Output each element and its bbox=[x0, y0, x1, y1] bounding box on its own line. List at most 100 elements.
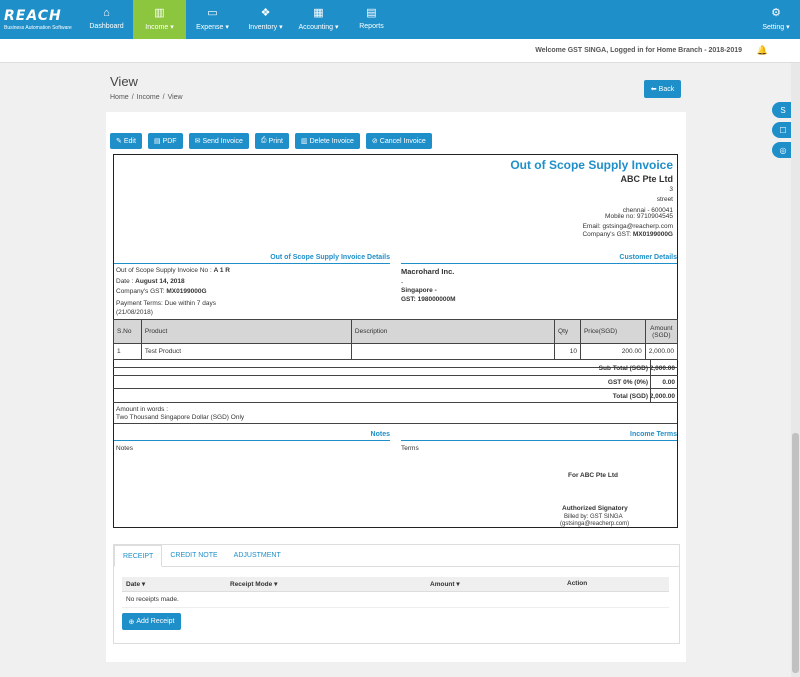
welcome-bar: Welcome GST SINGA, Logged in for Home Br… bbox=[0, 39, 800, 63]
company-name: ABC Pte Ltd bbox=[620, 174, 674, 184]
table-row: 1 Test Product 10 200.00 2,000.00 bbox=[113, 343, 679, 360]
nav-setting[interactable]: ⚙ Setting ▾ bbox=[752, 0, 800, 39]
scrollbar-thumb[interactable] bbox=[792, 433, 799, 673]
col-qty: Qty bbox=[554, 319, 581, 344]
ban-icon: ⊘ bbox=[371, 138, 378, 145]
nav-dashboard[interactable]: ⌂ Dashboard bbox=[80, 0, 133, 39]
breadcrumb-home[interactable]: Home bbox=[110, 94, 129, 101]
calculator-icon: ▦ bbox=[313, 7, 324, 19]
pencil-icon: ✎ bbox=[116, 138, 122, 145]
billed-by: Billed by: GST SINGA bbox=[564, 514, 623, 520]
bar-chart-icon: ▥ bbox=[154, 7, 165, 19]
col-date[interactable]: Date ▾ bbox=[122, 577, 226, 592]
invoice-number: Out of Scope Supply Invoice No : A 1 R bbox=[116, 267, 230, 274]
notes-heading: Notes bbox=[114, 431, 390, 441]
company-address-line: 3 bbox=[669, 186, 673, 193]
tab-adjustment[interactable]: ADJUSTMENT bbox=[226, 545, 289, 567]
payment-due-date: (21/08/2018) bbox=[116, 309, 153, 316]
customer-address-line: - bbox=[401, 279, 404, 286]
customer-details-heading: Customer Details bbox=[401, 254, 677, 264]
col-product: Product bbox=[140, 319, 352, 344]
money-icon: ▭ bbox=[207, 7, 218, 19]
trash-icon: ▥ bbox=[300, 138, 308, 145]
authorized-signatory: Authorized Signatory bbox=[562, 505, 628, 512]
arrow-left-icon: ⬅ bbox=[650, 86, 657, 93]
printer-icon: ⎙ bbox=[260, 137, 267, 144]
col-amount: Amount (SGD) bbox=[644, 319, 679, 344]
terms-label: Terms bbox=[401, 445, 419, 452]
tab-bar: RECEIPT CREDIT NOTE ADJUSTMENT bbox=[114, 545, 679, 567]
nav-label: Setting ▾ bbox=[762, 24, 790, 31]
col-receipt-mode[interactable]: Receipt Mode ▾ bbox=[226, 577, 426, 592]
col-price: Price(SGD) bbox=[579, 319, 646, 344]
for-company: For ABC Pte Ltd bbox=[568, 472, 618, 479]
page-scrollbar[interactable] bbox=[791, 63, 800, 677]
logo[interactable]: REACH Business Automation Software bbox=[0, 0, 80, 39]
nav-reports[interactable]: ▤ Reports bbox=[345, 0, 398, 39]
total-row: Total (SGD) 2,000.00 bbox=[113, 389, 678, 403]
billed-by-email: (gstsinga@reacherp.com) bbox=[560, 521, 630, 527]
nav-accounting[interactable]: ▦ Accounting ▾ bbox=[292, 0, 345, 39]
tab-receipt[interactable]: RECEIPT bbox=[114, 545, 163, 567]
nav-label: Income ▾ bbox=[145, 24, 174, 31]
company-gst: Company's GST: MX0199000G bbox=[582, 231, 673, 238]
nav-label: Dashboard bbox=[89, 23, 124, 30]
amount-in-words: Amount in words : Two Thousand Singapore… bbox=[116, 406, 245, 421]
nav-income[interactable]: ▥ Income ▾ bbox=[133, 0, 186, 39]
back-button[interactable]: ⬅ Back bbox=[644, 80, 681, 98]
nav-label: Accounting ▾ bbox=[298, 24, 339, 31]
col-sno: S.No bbox=[113, 319, 142, 344]
gst-row: GST 0% (0%) 0.00 bbox=[113, 376, 678, 389]
envelope-icon: ✉ bbox=[194, 138, 201, 145]
col-action: Action bbox=[563, 577, 669, 592]
nav-inventory[interactable]: ❖ Inventory ▾ bbox=[239, 0, 292, 39]
customer-country: Singapore - bbox=[401, 287, 437, 294]
nav-label: Reports bbox=[359, 23, 384, 30]
breadcrumb: Home / Income / View bbox=[110, 94, 183, 101]
page-title: View bbox=[110, 74, 138, 89]
company-address-line: street bbox=[656, 196, 673, 203]
brand-name: REACH bbox=[4, 8, 62, 24]
nav-label: Inventory ▾ bbox=[248, 24, 283, 31]
top-navbar: REACH Business Automation Software ⌂ Das… bbox=[0, 0, 800, 39]
tab-credit-note[interactable]: CREDIT NOTE bbox=[162, 545, 225, 567]
notes-label: Notes bbox=[116, 445, 133, 452]
pdf-button[interactable]: ▤ PDF bbox=[147, 133, 183, 149]
file-pdf-icon: ▤ bbox=[153, 138, 161, 145]
col-amount[interactable]: Amount ▾ bbox=[426, 577, 563, 592]
receipts-table: Date ▾ Receipt Mode ▾ Amount ▾ Action No… bbox=[122, 577, 669, 608]
invoice-document: Out of Scope Supply Invoice ABC Pte Ltd … bbox=[113, 154, 679, 528]
invoice-details-heading: Out of Scope Supply Invoice Details bbox=[114, 254, 390, 264]
invoice-gst: Company's GST: MX0199000G bbox=[116, 288, 207, 295]
add-receipt-button[interactable]: ⊕ Add Receipt bbox=[122, 613, 181, 630]
invoice-toolbar: ✎ Edit ▤ PDF ✉ Send Invoice ⎙ Print ▥ Delete … bbox=[110, 133, 432, 149]
gear-icon: ⚙ bbox=[771, 7, 781, 19]
customer-name: Macrohard Inc. bbox=[401, 267, 455, 276]
terms-heading: Income Terms bbox=[401, 431, 677, 441]
subtotal-row: Sub Total (SGD) 2,000.00 bbox=[113, 359, 678, 377]
company-mobile: Mobile no: 9710904545 bbox=[605, 213, 673, 220]
welcome-text: Welcome GST SINGA, Logged in for Home Br… bbox=[535, 47, 742, 54]
col-description: Description bbox=[350, 319, 556, 344]
notification-icon[interactable]: 🔔 bbox=[757, 45, 768, 56]
items-table: S.No Product Description Qty Price(SGD) … bbox=[113, 319, 679, 360]
invoice-date: Date : August 14, 2018 bbox=[116, 278, 185, 285]
home-icon: ⌂ bbox=[103, 7, 110, 19]
cancel-invoice-button[interactable]: ⊘ Cancel Invoice bbox=[365, 133, 432, 149]
edit-button[interactable]: ✎ Edit bbox=[110, 133, 142, 149]
file-icon: ▤ bbox=[366, 7, 377, 19]
invoice-title: Out of Scope Supply Invoice bbox=[510, 158, 673, 172]
table-row: No receipts made. bbox=[122, 591, 669, 608]
send-invoice-button[interactable]: ✉ Send Invoice bbox=[188, 133, 249, 149]
payments-tabs-box: RECEIPT CREDIT NOTE ADJUSTMENT Date ▾ Re… bbox=[113, 544, 680, 644]
nav-expense[interactable]: ▭ Expense ▾ bbox=[186, 0, 239, 39]
breadcrumb-current: View bbox=[167, 94, 183, 101]
payment-terms: Payment Terms: Due within 7 days bbox=[116, 300, 216, 307]
customer-gst: GST: 198000000M bbox=[401, 296, 456, 303]
print-button[interactable]: ⎙ Print bbox=[254, 133, 289, 149]
breadcrumb-income[interactable]: Income bbox=[137, 94, 160, 101]
delete-invoice-button[interactable]: ▥ Delete Invoice bbox=[294, 133, 360, 149]
empty-message: No receipts made. bbox=[122, 591, 669, 608]
cubes-icon: ❖ bbox=[260, 7, 271, 19]
nav-label: Expense ▾ bbox=[196, 24, 229, 31]
